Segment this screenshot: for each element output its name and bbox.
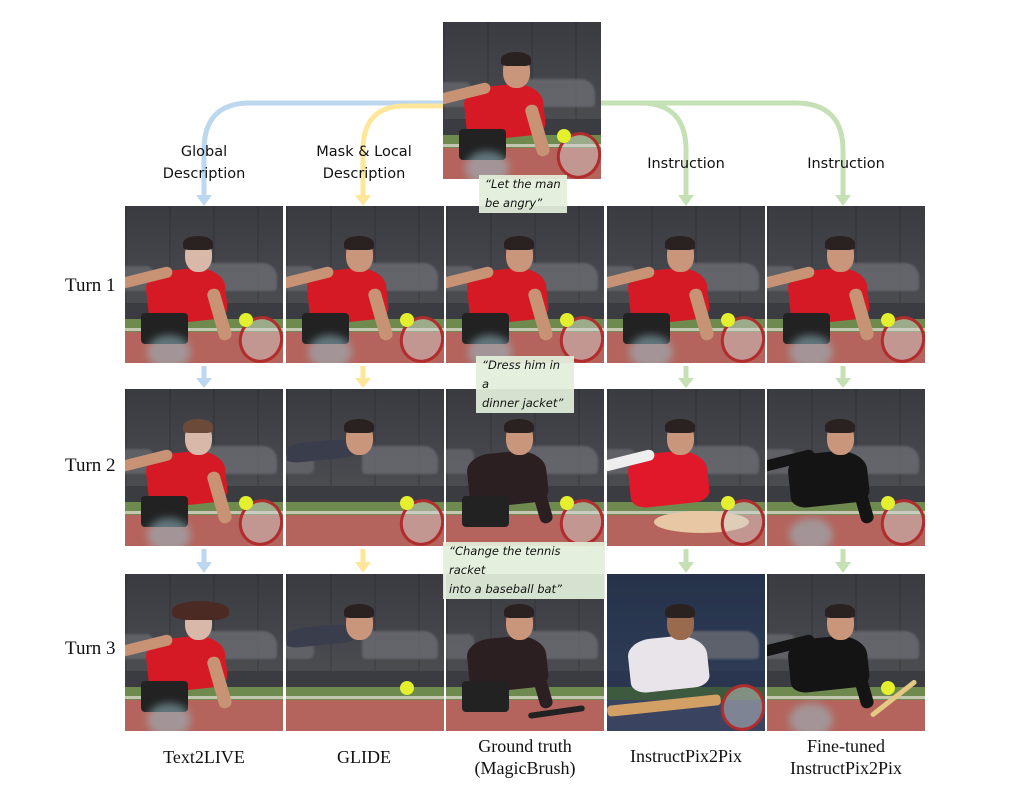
column-header-instruction-2: Instruction bbox=[807, 156, 885, 172]
green-arrowhead-4 bbox=[678, 195, 694, 206]
method-label-glide: GLIDE bbox=[337, 747, 391, 767]
column-header-mask-local-description: Mask & Local Description bbox=[316, 144, 412, 182]
instruction-turn-2: “Dress him in a dinner jacket” bbox=[476, 356, 574, 413]
image-glide-turn-3 bbox=[286, 574, 444, 731]
image-finetuned-turn-3 bbox=[767, 574, 925, 731]
method-label-instructpix2pix: InstructPix2Pix bbox=[629, 746, 742, 766]
green-arrowhead-5 bbox=[835, 195, 851, 206]
blue-arrowhead bbox=[196, 195, 212, 206]
instruction-turn-1: “Let the man be angry” bbox=[479, 175, 567, 213]
image-glide-turn-1 bbox=[286, 206, 444, 363]
image-glide-turn-2 bbox=[286, 389, 444, 546]
column-header-global-description: Global Description bbox=[162, 144, 246, 182]
image-finetuned-turn-1 bbox=[767, 206, 925, 363]
image-text2live-turn-3 bbox=[125, 574, 283, 731]
image-text2live-turn-2 bbox=[125, 389, 283, 546]
green-connector-main bbox=[601, 100, 846, 196]
image-instructpix2pix-turn-1 bbox=[607, 206, 765, 363]
row-label-turn-1: Turn 1 bbox=[65, 275, 116, 296]
image-instructpix2pix-turn-2 bbox=[607, 389, 765, 546]
image-finetuned-turn-2 bbox=[767, 389, 925, 546]
method-label-ground-truth: Ground truth (MagicBrush) bbox=[474, 736, 576, 778]
image-text2live-turn-1 bbox=[125, 206, 283, 363]
source-image bbox=[443, 22, 601, 179]
green-connector-branch bbox=[639, 100, 689, 196]
column-header-instruction-1: Instruction bbox=[647, 156, 725, 172]
instruction-turn-3: “Change the tennis racket into a basebal… bbox=[443, 542, 605, 599]
yellow-arrowhead bbox=[355, 195, 371, 206]
method-label-text2live: Text2LIVE bbox=[163, 747, 245, 767]
image-instructpix2pix-turn-3 bbox=[607, 574, 765, 731]
row-label-turn-2: Turn 2 bbox=[65, 455, 116, 476]
row-label-turn-3: Turn 3 bbox=[65, 638, 116, 659]
method-label-finetuned-instructpix2pix: Fine-tuned InstructPix2Pix bbox=[789, 736, 902, 778]
image-ground-truth-turn-1 bbox=[446, 206, 604, 363]
